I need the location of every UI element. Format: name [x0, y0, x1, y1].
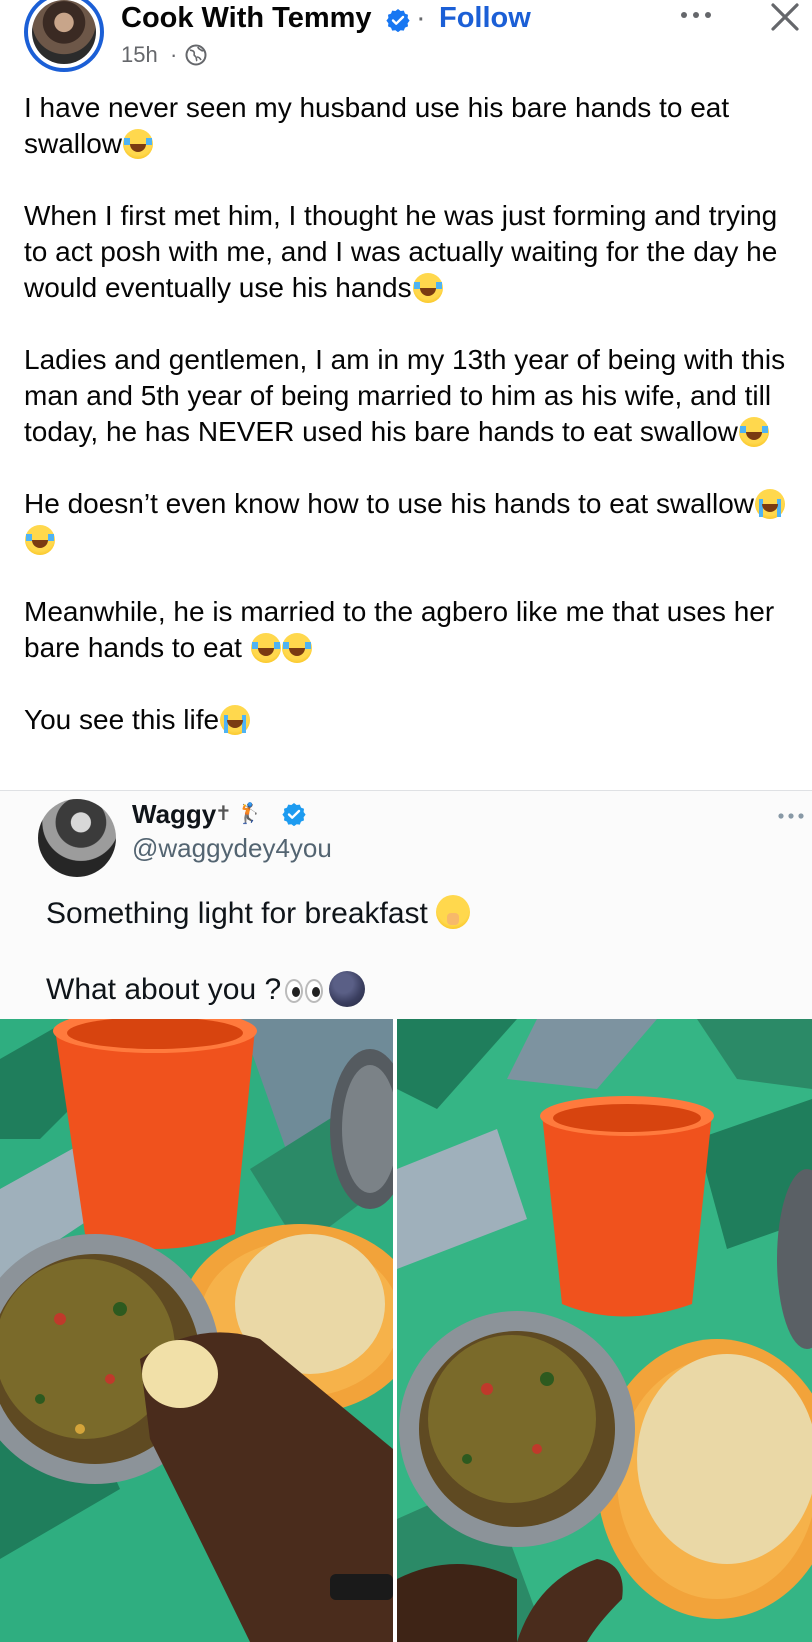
- tears-of-joy-emoji-icon: [123, 129, 154, 159]
- post-paragraph: Ladies and gentlemen, I am in my 13th ye…: [24, 342, 804, 450]
- verified-badge-icon: [386, 9, 410, 32]
- post-photos[interactable]: [0, 1019, 812, 1642]
- post-header: Cook With Temmy · Follow 15h ·: [0, 0, 812, 84]
- paragraph-text: When I first met him, I thought he was j…: [24, 200, 778, 303]
- shushing-face-emoji-icon: [435, 895, 470, 929]
- tweet-avatar: [38, 799, 116, 877]
- paragraph-text: You see this life: [24, 704, 220, 735]
- author-name[interactable]: Cook With Temmy: [121, 2, 372, 35]
- tweet-handle: @waggydey4you: [132, 833, 332, 863]
- tweet-text: What about you ?: [46, 973, 282, 1006]
- follow-button[interactable]: Follow: [439, 2, 531, 35]
- embedded-tweet-card[interactable]: Waggy ✝ 🏌 @waggydey4you Something light …: [0, 791, 812, 1019]
- post-timestamp[interactable]: 15h: [121, 42, 158, 68]
- post-paragraph: He doesn’t even know how to use his hand…: [24, 486, 804, 558]
- food-photo-left[interactable]: [0, 1019, 393, 1642]
- loudly-crying-emoji-icon: [220, 705, 251, 735]
- tears-of-joy-emoji-icon: [738, 417, 769, 447]
- tears-of-joy-emoji-icon: [250, 633, 281, 663]
- close-icon[interactable]: [770, 2, 800, 32]
- name-separator: ·: [416, 2, 426, 34]
- food-photo-right[interactable]: [397, 1019, 812, 1642]
- tweet-text-line: Something light for breakfast: [46, 895, 470, 931]
- time-separator: ·: [170, 42, 178, 67]
- post-paragraph: I have never seen my husband use his bar…: [24, 90, 804, 162]
- globe-icon: [185, 44, 207, 66]
- post-paragraph: When I first met him, I thought he was j…: [24, 198, 804, 306]
- paragraph-text: He doesn’t even know how to use his hand…: [24, 488, 754, 519]
- author-avatar[interactable]: [24, 0, 104, 72]
- post-body: I have never seen my husband use his bar…: [24, 90, 804, 774]
- tears-of-joy-emoji-icon: [281, 633, 312, 663]
- tears-of-joy-emoji-icon: [25, 525, 55, 555]
- tweet-text: Something light for breakfast: [46, 897, 428, 930]
- paragraph-text: Meanwhile, he is married to the agbero l…: [24, 596, 775, 663]
- eyes-emoji-icon: [285, 977, 325, 1011]
- tweet-name-badges: ✝ 🏌: [215, 803, 263, 825]
- post-paragraph: You see this life: [24, 702, 804, 738]
- paragraph-text: Ladies and gentlemen, I am in my 13th ye…: [24, 344, 786, 447]
- tweet-verified-badge-icon: [282, 803, 306, 826]
- author-avatar-image: [32, 0, 96, 64]
- new-moon-face-emoji-icon: [329, 971, 366, 1007]
- more-options-icon[interactable]: [678, 4, 714, 26]
- tears-of-joy-emoji-icon: [412, 273, 443, 303]
- loudly-crying-emoji-icon: [754, 489, 785, 519]
- tweet-more-icon: [778, 813, 804, 819]
- tweet-author-name: Waggy: [132, 799, 217, 829]
- post-paragraph: Meanwhile, he is married to the agbero l…: [24, 594, 804, 666]
- tweet-text-line: What about you ?: [46, 971, 366, 1011]
